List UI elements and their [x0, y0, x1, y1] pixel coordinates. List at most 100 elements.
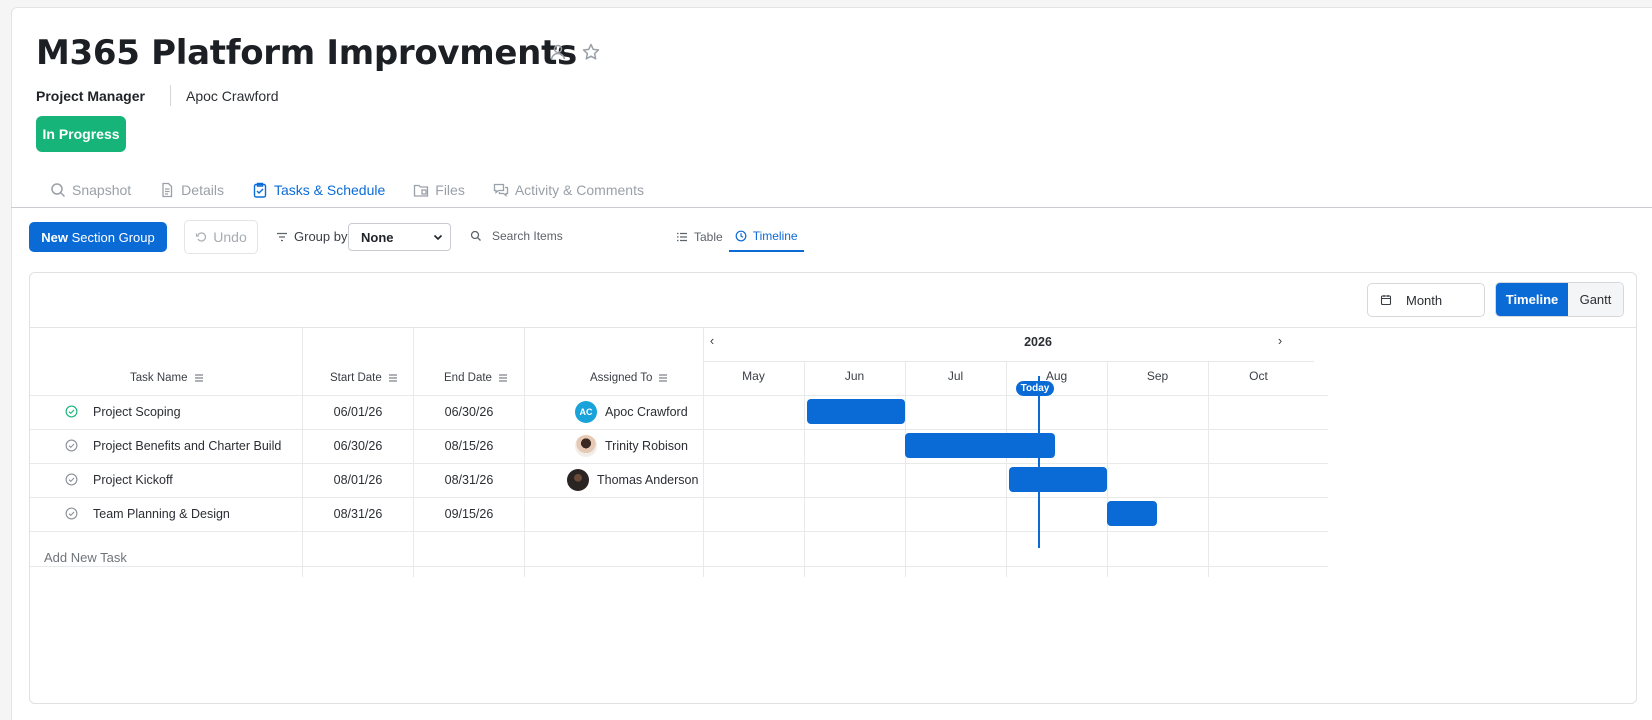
project-manager-label: Project Manager [36, 88, 145, 104]
check-circle-icon[interactable] [65, 507, 78, 520]
timeline-board: Month Timeline Gantt Task Name Start Dat… [29, 272, 1637, 704]
row-divider [30, 463, 1328, 464]
row-divider [30, 531, 1328, 532]
month-label: Oct [1249, 369, 1268, 383]
person-icon[interactable] [548, 42, 568, 62]
clock-icon [735, 230, 747, 242]
month-label: Jul [947, 369, 964, 383]
end-date[interactable]: 08/31/26 [414, 473, 524, 487]
chevron-down-icon [433, 234, 443, 241]
end-date-header[interactable]: End Date [444, 372, 508, 384]
check-circle-icon[interactable] [65, 439, 78, 452]
undo-button[interactable]: Undo [184, 220, 258, 254]
header-label: End Date [444, 372, 492, 384]
add-new-task-button[interactable]: Add New Task [44, 550, 127, 565]
row-divider [30, 497, 1328, 498]
check-circle-icon[interactable] [65, 473, 78, 486]
task-bar[interactable] [904, 433, 1055, 458]
start-date[interactable]: 06/30/26 [303, 439, 413, 453]
range-select-value: Month [1406, 292, 1443, 308]
timeline-mode-button[interactable]: Timeline [1496, 283, 1568, 316]
start-date[interactable]: 08/01/26 [303, 473, 413, 487]
list-icon [677, 232, 687, 242]
month-divider [1006, 361, 1007, 577]
row-divider [703, 361, 1314, 362]
search-placeholder: Search Items [492, 229, 563, 243]
task-bar[interactable] [1009, 467, 1107, 492]
board-header-divider [30, 327, 1636, 328]
new-section-group-button[interactable]: New Section Group [29, 222, 167, 252]
group-by-label: Group by [294, 229, 348, 244]
next-year-button[interactable]: › [1273, 333, 1287, 348]
month-label: Jun [844, 369, 865, 383]
tab-activity-comments[interactable]: Activity & Comments [493, 178, 644, 202]
search-input[interactable]: Search Items [470, 229, 563, 243]
header-label: Assigned To [590, 372, 653, 384]
tab-details[interactable]: Details [159, 178, 224, 202]
end-date[interactable]: 06/30/26 [414, 405, 524, 419]
gantt-mode-button[interactable]: Gantt [1568, 283, 1623, 316]
view-table[interactable]: Table [670, 222, 729, 252]
task-bar[interactable] [1106, 501, 1158, 526]
row-divider [30, 429, 1328, 430]
group-by-select[interactable]: None [348, 223, 451, 251]
undo-label: Undo [213, 229, 247, 245]
group-by: Group by [276, 229, 347, 244]
row-divider [30, 395, 1328, 396]
start-date-header[interactable]: Start Date [330, 372, 398, 384]
tab-files[interactable]: Files [413, 178, 465, 202]
tabs-divider [11, 207, 1652, 208]
start-date[interactable]: 06/01/26 [303, 405, 413, 419]
avatar [567, 469, 589, 491]
column-divider [524, 327, 525, 577]
avatar [575, 435, 597, 457]
start-date[interactable]: 08/31/26 [303, 507, 413, 521]
meta-divider [170, 85, 171, 106]
task-bar[interactable] [807, 399, 905, 424]
assigned-to-header[interactable]: Assigned To [590, 372, 668, 384]
assignee-name[interactable]: Trinity Robison [605, 439, 688, 453]
tab-label: Details [181, 182, 224, 198]
end-date[interactable]: 08/15/26 [414, 439, 524, 453]
tab-label: Tasks & Schedule [273, 182, 386, 198]
month-divider [1208, 361, 1209, 577]
today-badge: Today [1016, 381, 1054, 396]
timeline-year: 2026 [1024, 335, 1052, 349]
search-icon [470, 230, 481, 241]
tab-label: Activity & Comments [514, 182, 644, 198]
comments-icon [493, 183, 508, 197]
month-divider [905, 361, 906, 577]
view-toggle: Table Timeline [670, 222, 804, 252]
task-name[interactable]: Project Kickoff [93, 473, 173, 487]
task-name[interactable]: Project Scoping [93, 405, 181, 419]
menu-icon [194, 374, 203, 382]
tab-bar: Snapshot Details Tasks & Schedule Files … [50, 178, 672, 208]
tab-label: Files [435, 182, 465, 198]
task-name[interactable]: Project Benefits and Charter Build [93, 439, 281, 453]
menu-icon [659, 374, 668, 382]
tab-label: Snapshot [72, 182, 132, 198]
tab-snapshot[interactable]: Snapshot [50, 178, 131, 202]
status-badge[interactable]: In Progress [36, 116, 126, 152]
end-date[interactable]: 09/15/26 [414, 507, 524, 521]
previous-year-button[interactable]: ‹ [705, 333, 719, 348]
range-select[interactable]: Month [1367, 283, 1485, 317]
star-icon[interactable] [581, 42, 601, 62]
menu-icon [498, 374, 507, 382]
page-title: M365 Platform Improvments [36, 33, 577, 73]
month-divider [1107, 361, 1108, 577]
calendar-icon [1380, 295, 1392, 306]
view-timeline[interactable]: Timeline [728, 222, 804, 252]
assignee-name[interactable]: Thomas Anderson [597, 473, 698, 487]
check-circle-icon[interactable] [65, 405, 78, 418]
task-name[interactable]: Team Planning & Design [93, 507, 230, 521]
filter-icon [277, 232, 287, 241]
row-divider [30, 566, 1328, 567]
task-name-header[interactable]: Task Name [130, 372, 204, 384]
month-label: Sep [1146, 369, 1169, 383]
timeline-gantt-switch: Timeline Gantt [1495, 282, 1624, 317]
clipboard-check-icon [253, 182, 267, 198]
assignee-name[interactable]: Apoc Crawford [605, 405, 688, 419]
undo-icon [196, 232, 207, 242]
tab-tasks-schedule[interactable]: Tasks & Schedule [252, 178, 385, 202]
